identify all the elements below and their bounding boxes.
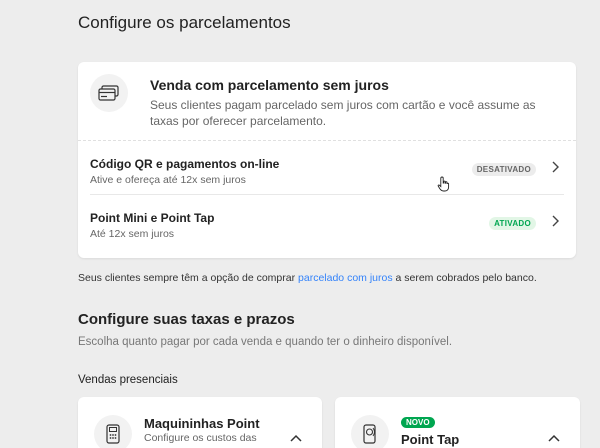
chevron-right-icon[interactable] (550, 161, 560, 173)
card-point-tap[interactable]: NOVO Point Tap (335, 397, 580, 448)
footnote-text-before: Seus clientes sempre têm a opção de comp… (78, 272, 299, 284)
in-person-sales-heading: Vendas presenciais (78, 374, 178, 386)
new-badge: NOVO (401, 417, 435, 428)
row-point-mini-tap-subtitle: Até 12x sem juros (90, 228, 175, 240)
card-maquininhas-point[interactable]: Maquininhas Point Configure os custos da… (78, 397, 322, 448)
chevron-up-icon[interactable] (548, 434, 560, 442)
row-qr-online-title: Código QR e pagamentos on-line (90, 157, 280, 171)
card-maquininhas-title: Maquininhas Point (144, 416, 260, 431)
credit-cards-icon (90, 74, 128, 112)
card-maquininhas-subtitle: Configure os custos das (144, 432, 257, 444)
status-badge-disabled: DESATIVADO (471, 163, 536, 176)
interest-installments-link[interactable]: parcelado com juros (298, 272, 393, 284)
hand-pointer-icon (437, 176, 450, 192)
card-machine-icon (94, 415, 132, 448)
page-title: Configure os parcelamentos (78, 13, 291, 32)
card-point-tap-title: Point Tap (401, 432, 460, 447)
installments-card-header: Venda com parcelamento sem juros Seus cl… (78, 62, 576, 140)
row-point-mini-tap-title: Point Mini e Point Tap (90, 211, 215, 225)
installments-card-description: Seus clientes pagam parcelado sem juros … (150, 98, 536, 128)
row-qr-online-subtitle: Ative e ofereça até 12x sem juros (90, 174, 246, 186)
installments-card-title: Venda com parcelamento sem juros (150, 77, 389, 93)
footnote-text-after: a serem cobrados pelo banco. (392, 272, 537, 284)
installments-footnote: Seus clientes sempre têm a opção de comp… (78, 272, 537, 284)
fees-section-title: Configure suas taxas e prazos (78, 311, 295, 328)
row-point-mini-tap[interactable]: Point Mini e Point Tap Até 12x sem juros… (78, 195, 576, 249)
chevron-up-icon[interactable] (290, 434, 302, 442)
row-qr-online[interactable]: Código QR e pagamentos on-line Ative e o… (78, 140, 576, 194)
installments-card: Venda com parcelamento sem juros Seus cl… (78, 62, 576, 258)
fees-section-subtitle: Escolha quanto pagar por cada venda e qu… (78, 336, 453, 348)
phone-tap-icon (351, 415, 389, 448)
status-badge-enabled: ATIVADO (489, 217, 536, 230)
chevron-right-icon[interactable] (550, 215, 560, 227)
